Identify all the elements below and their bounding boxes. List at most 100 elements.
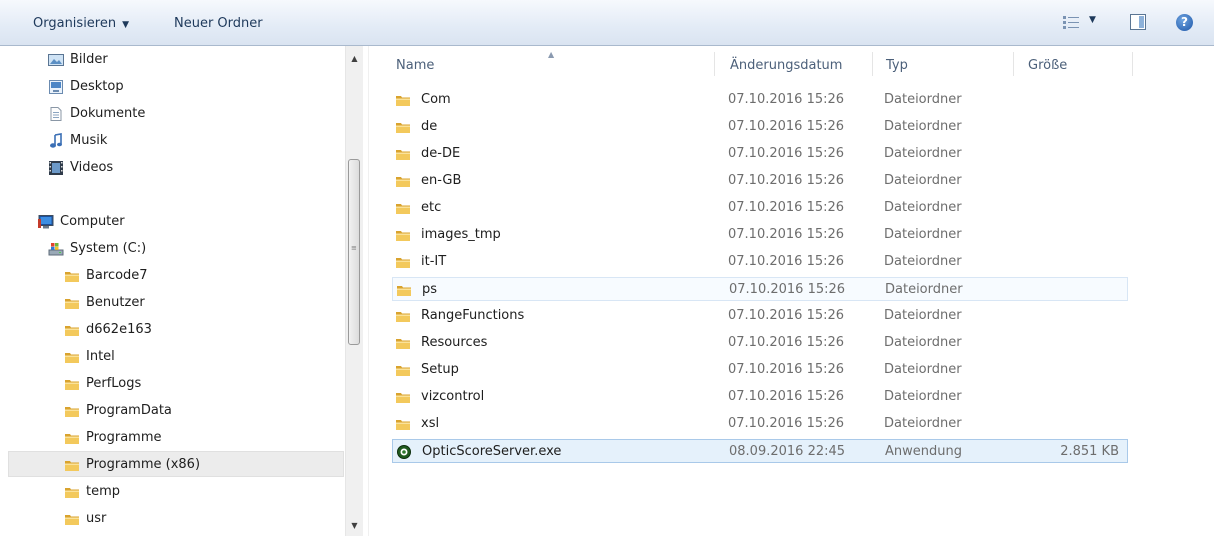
folder-icon	[395, 308, 411, 324]
file-type: Dateiordner	[884, 227, 962, 242]
file-row[interactable]: xsl 07.10.2016 15:26 Dateiordner	[392, 412, 1128, 436]
column-divider[interactable]	[1132, 52, 1133, 76]
file-type: Dateiordner	[884, 146, 962, 161]
file-type: Dateiordner	[884, 200, 962, 215]
drive-icon	[48, 241, 64, 257]
folder-icon	[395, 227, 411, 243]
file-date: 07.10.2016 15:26	[728, 335, 845, 350]
folder-icon	[64, 457, 80, 473]
column-header-size[interactable]: Größe	[1028, 56, 1067, 76]
file-name: Resources	[421, 335, 488, 350]
nav-scrollbar[interactable]: ▲ ≡ ▼	[345, 46, 363, 536]
file-date: 07.10.2016 15:26	[728, 200, 845, 215]
file-name: etc	[421, 200, 442, 215]
file-name: vizcontrol	[421, 389, 485, 404]
nav-item-label: Computer	[60, 214, 125, 229]
folder-icon	[64, 295, 80, 311]
file-name: en-GB	[421, 173, 462, 188]
documents-icon	[48, 106, 64, 122]
file-type: Dateiordner	[884, 92, 962, 107]
column-divider[interactable]	[1013, 52, 1014, 76]
file-row[interactable]: RangeFunctions 07.10.2016 15:26 Dateiordne…	[392, 304, 1128, 328]
file-name: RangeFunctions	[421, 308, 525, 323]
nav-item-label: PerfLogs	[86, 376, 142, 391]
file-name: OpticScoreServer.exe	[422, 444, 562, 459]
file-type: Dateiordner	[884, 362, 962, 377]
file-date: 07.10.2016 15:26	[729, 282, 846, 297]
file-date: 07.10.2016 15:26	[728, 362, 845, 377]
file-type: Dateiordner	[884, 389, 962, 404]
folder-icon	[64, 376, 80, 392]
file-name: Com	[421, 92, 451, 107]
nav-item-label: System (C:)	[70, 241, 147, 256]
new-folder-button[interactable]: Neuer Ordner	[174, 14, 263, 34]
file-date: 07.10.2016 15:26	[728, 146, 845, 161]
file-row[interactable]: de 07.10.2016 15:26 Dateiordner	[392, 115, 1128, 139]
videos-icon	[48, 160, 64, 176]
column-header-type[interactable]: Typ	[886, 56, 908, 76]
file-row[interactable]: OpticScoreServer.exe 08.09.2016 22:45 Anwe…	[392, 439, 1128, 463]
file-row[interactable]: ps 07.10.2016 15:26 Dateiordner	[392, 277, 1128, 301]
nav-item-label: Programme (x86)	[86, 457, 201, 472]
nav-item-label: usr	[86, 511, 107, 526]
file-name: xsl	[421, 416, 440, 431]
column-header-date[interactable]: Änderungsdatum	[730, 56, 842, 76]
file-row[interactable]: Setup 07.10.2016 15:26 Dateiordner	[392, 358, 1128, 382]
organize-label: Organisieren	[33, 16, 117, 31]
folder-icon	[64, 403, 80, 419]
file-date: 07.10.2016 15:26	[728, 173, 845, 188]
file-type: Dateiordner	[884, 119, 962, 134]
file-type: Dateiordner	[884, 416, 962, 431]
preview-pane-icon[interactable]	[1130, 14, 1146, 30]
file-date: 07.10.2016 15:26	[728, 119, 845, 134]
folder-icon	[395, 92, 411, 108]
folder-icon	[64, 484, 80, 500]
folder-icon	[395, 389, 411, 405]
file-row[interactable]: it-IT 07.10.2016 15:26 Dateiordner	[392, 250, 1128, 274]
file-row[interactable]: en-GB 07.10.2016 15:26 Dateiordner	[392, 169, 1128, 193]
computer-icon	[38, 214, 54, 230]
column-divider[interactable]	[714, 52, 715, 76]
file-date: 08.09.2016 22:45	[729, 444, 846, 459]
views-icon[interactable]	[1063, 16, 1079, 30]
folder-icon	[395, 200, 411, 216]
file-row[interactable]: de-DE 07.10.2016 15:26 Dateiordner	[392, 142, 1128, 166]
nav-item-label: Videos	[70, 160, 114, 175]
folder-icon	[64, 511, 80, 527]
folder-icon	[395, 335, 411, 351]
file-row[interactable]: images_tmp 07.10.2016 15:26 Dateiordner	[392, 223, 1128, 247]
file-name: images_tmp	[421, 227, 501, 242]
column-header-name[interactable]: Name	[396, 56, 434, 76]
folder-icon	[395, 416, 411, 432]
command-bar: Organisieren ▼ Neuer Ordner ▼ ?	[0, 0, 1214, 46]
column-divider[interactable]	[872, 52, 873, 76]
nav-item-label: Musik	[70, 133, 108, 148]
file-date: 07.10.2016 15:26	[728, 416, 845, 431]
pane-splitter[interactable]	[368, 46, 369, 536]
file-date: 07.10.2016 15:26	[728, 254, 845, 269]
file-row[interactable]: etc 07.10.2016 15:26 Dateiordner	[392, 196, 1128, 220]
application-icon	[396, 444, 412, 460]
file-name: ps	[422, 282, 438, 297]
file-list: Name ▲ Änderungsdatum Typ Größe Com 07.10…	[372, 46, 1214, 536]
file-row[interactable]: Resources 07.10.2016 15:26 Dateiordner	[392, 331, 1128, 355]
file-date: 07.10.2016 15:26	[728, 308, 845, 323]
help-icon[interactable]: ?	[1176, 14, 1193, 31]
scroll-down-icon[interactable]: ▼	[346, 517, 363, 534]
folder-icon	[64, 349, 80, 365]
nav-item-label: temp	[86, 484, 121, 499]
scroll-up-icon[interactable]: ▲	[346, 50, 363, 67]
file-name: de	[421, 119, 438, 134]
file-type: Dateiordner	[884, 173, 962, 188]
organize-button[interactable]: Organisieren ▼	[33, 14, 129, 34]
scrollbar-thumb[interactable]: ≡	[348, 159, 360, 345]
folder-icon	[64, 430, 80, 446]
new-folder-label: Neuer Ordner	[174, 16, 263, 31]
file-date: 07.10.2016 15:26	[728, 92, 845, 107]
folder-icon	[395, 146, 411, 162]
folder-icon	[395, 173, 411, 189]
grip-icon: ≡	[351, 244, 357, 252]
file-row[interactable]: Com 07.10.2016 15:26 Dateiordner	[392, 88, 1128, 112]
views-dropdown-icon[interactable]: ▼	[1089, 15, 1096, 25]
file-row[interactable]: vizcontrol 07.10.2016 15:26 Dateiordner	[392, 385, 1128, 409]
